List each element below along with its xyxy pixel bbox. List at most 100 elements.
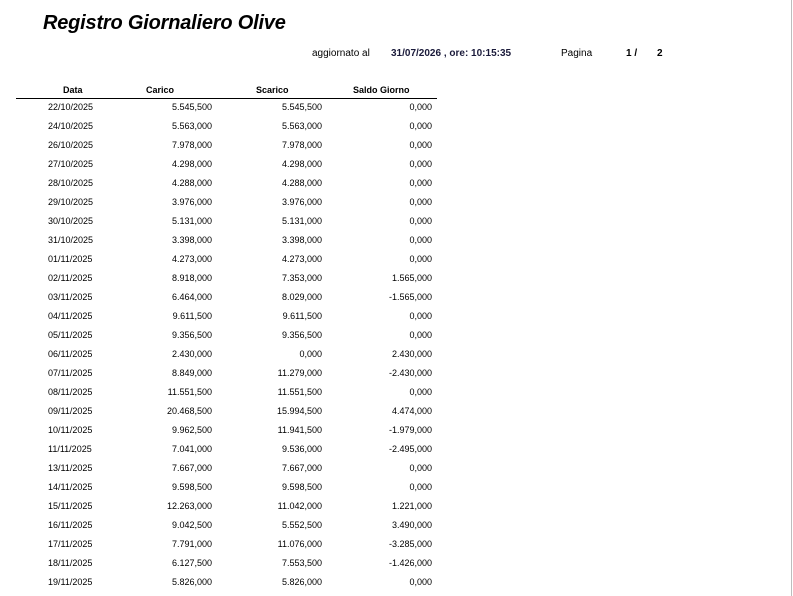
cell-scarico: 7.978,000 bbox=[281, 140, 322, 150]
cell-scarico: 15.994,500 bbox=[276, 406, 322, 416]
cell-saldo-giorno: 0,000 bbox=[409, 254, 432, 264]
table-row: 22/10/2025 5.545,500 5.545,500 0,000 bbox=[0, 101, 440, 120]
table-row: 27/10/2025 4.298,000 4.298,000 0,000 bbox=[0, 158, 440, 177]
cell-carico: 4.298,000 bbox=[171, 159, 212, 169]
page-edge bbox=[791, 0, 792, 596]
table-row: 30/10/2025 5.131,000 5.131,000 0,000 bbox=[0, 215, 440, 234]
cell-scarico: 11.941,500 bbox=[277, 425, 322, 435]
table-row: 08/11/2025 11.551,500 11.551,500 0,000 bbox=[0, 386, 440, 405]
table-row: 06/11/2025 2.430,000 0,000 2.430,000 bbox=[0, 348, 440, 367]
cell-saldo-giorno: 0,000 bbox=[409, 387, 432, 397]
cell-data: 07/11/2025 bbox=[48, 368, 93, 378]
cell-saldo-giorno: 0,000 bbox=[409, 197, 432, 207]
cell-scarico: 11.279,000 bbox=[277, 368, 322, 378]
table-row: 26/10/2025 7.978,000 7.978,000 0,000 bbox=[0, 139, 440, 158]
cell-scarico: 5.552,500 bbox=[281, 520, 322, 530]
cell-scarico: 3.976,000 bbox=[281, 197, 322, 207]
cell-carico: 5.826,000 bbox=[171, 577, 212, 587]
cell-scarico: 5.545,500 bbox=[281, 102, 322, 112]
cell-carico: 4.288,000 bbox=[171, 178, 212, 188]
table-row: 24/10/2025 5.563,000 5.563,000 0,000 bbox=[0, 120, 440, 139]
cell-carico: 11.551,500 bbox=[167, 387, 212, 397]
column-header-carico: Carico bbox=[146, 85, 175, 95]
cell-carico: 9.962,500 bbox=[171, 425, 212, 435]
cell-scarico: 9.356,500 bbox=[281, 330, 322, 340]
cell-data: 22/10/2025 bbox=[48, 102, 94, 112]
cell-scarico: 7.667,000 bbox=[281, 463, 322, 473]
table-row: 04/11/2025 9.611,500 9.611,500 0,000 bbox=[0, 310, 440, 329]
cell-scarico: 11.076,000 bbox=[277, 539, 322, 549]
column-header-data: Data bbox=[63, 85, 83, 95]
cell-saldo-giorno: 0,000 bbox=[409, 102, 432, 112]
cell-carico: 6.464,000 bbox=[171, 292, 212, 302]
cell-carico: 3.976,000 bbox=[171, 197, 212, 207]
table-row: 01/11/2025 4.273,000 4.273,000 0,000 bbox=[0, 253, 440, 272]
cell-saldo-giorno: 0,000 bbox=[409, 121, 432, 131]
cell-carico: 12.263,000 bbox=[166, 501, 212, 511]
column-header-saldo-giorno: Saldo Giorno bbox=[353, 85, 410, 95]
cell-scarico: 4.273,000 bbox=[281, 254, 322, 264]
cell-data: 31/10/2025 bbox=[48, 235, 94, 245]
cell-data: 30/10/2025 bbox=[48, 216, 94, 226]
cell-data: 10/11/2025 bbox=[48, 425, 93, 435]
cell-data: 06/11/2025 bbox=[48, 349, 93, 359]
cell-saldo-giorno: -1.565,000 bbox=[388, 292, 432, 302]
cell-data: 01/11/2025 bbox=[48, 254, 93, 264]
cell-saldo-giorno: 0,000 bbox=[409, 311, 432, 321]
cell-carico: 7.041,000 bbox=[171, 444, 212, 454]
cell-carico: 8.849,000 bbox=[171, 368, 212, 378]
updated-timestamp: 31/07/2026 , ore: 10:15:35 bbox=[391, 48, 512, 59]
cell-saldo-giorno: 0,000 bbox=[409, 159, 432, 169]
cell-scarico: 5.131,000 bbox=[281, 216, 322, 226]
table-row: 29/10/2025 3.976,000 3.976,000 0,000 bbox=[0, 196, 440, 215]
cell-carico: 3.398,000 bbox=[171, 235, 212, 245]
cell-scarico: 0,000 bbox=[299, 349, 322, 359]
cell-saldo-giorno: 3.490,000 bbox=[391, 520, 432, 530]
cell-saldo-giorno: 0,000 bbox=[409, 330, 432, 340]
table-row: 05/11/2025 9.356,500 9.356,500 0,000 bbox=[0, 329, 440, 348]
cell-carico: 8.918,000 bbox=[171, 273, 212, 283]
table-row: 17/11/2025 7.791,000 11.076,000 -3.285,000 bbox=[0, 538, 440, 557]
cell-data: 02/11/2025 bbox=[48, 273, 93, 283]
cell-carico: 9.356,500 bbox=[171, 330, 212, 340]
column-header-scarico: Scarico bbox=[256, 85, 289, 95]
cell-scarico: 7.353,000 bbox=[281, 273, 322, 283]
cell-saldo-giorno: 0,000 bbox=[409, 140, 432, 150]
cell-scarico: 11.551,500 bbox=[277, 387, 322, 397]
cell-saldo-giorno: 0,000 bbox=[409, 463, 432, 473]
updated-label: aggiornato al bbox=[312, 48, 370, 59]
cell-data: 16/11/2025 bbox=[48, 520, 93, 530]
table-row: 10/11/2025 9.962,500 11.941,500 -1.979,000 bbox=[0, 424, 440, 443]
table-row: 18/11/2025 6.127,500 7.553,500 -1.426,000 bbox=[0, 557, 440, 576]
cell-saldo-giorno: -1.979,000 bbox=[388, 425, 432, 435]
cell-scarico: 9.598,500 bbox=[281, 482, 322, 492]
table-row: 03/11/2025 6.464,000 8.029,000 -1.565,000 bbox=[0, 291, 440, 310]
table-row: 28/10/2025 4.288,000 4.288,000 0,000 bbox=[0, 177, 440, 196]
cell-saldo-giorno: -2.430,000 bbox=[388, 368, 432, 378]
cell-carico: 4.273,000 bbox=[171, 254, 212, 264]
cell-data: 08/11/2025 bbox=[48, 387, 93, 397]
table-row: 09/11/2025 20.468,500 15.994,500 4.474,000 bbox=[0, 405, 440, 424]
table-row: 19/11/2025 5.826,000 5.826,000 0,000 bbox=[0, 576, 440, 595]
cell-data: 13/11/2025 bbox=[48, 463, 93, 473]
cell-carico: 20.468,500 bbox=[166, 406, 212, 416]
table-body: 22/10/2025 5.545,500 5.545,500 0,000 24/10/2… bbox=[0, 101, 440, 595]
table-row: 13/11/2025 7.667,000 7.667,000 0,000 bbox=[0, 462, 440, 481]
header-divider bbox=[16, 98, 437, 99]
cell-data: 03/11/2025 bbox=[48, 292, 93, 302]
cell-saldo-giorno: 4.474,000 bbox=[391, 406, 432, 416]
cell-saldo-giorno: -3.285,000 bbox=[388, 539, 432, 549]
cell-data: 27/10/2025 bbox=[48, 159, 94, 169]
cell-data: 18/11/2025 bbox=[48, 558, 93, 568]
cell-scarico: 4.288,000 bbox=[281, 178, 322, 188]
cell-data: 28/10/2025 bbox=[48, 178, 94, 188]
cell-data: 24/10/2025 bbox=[48, 121, 94, 131]
cell-saldo-giorno: -1.426,000 bbox=[388, 558, 432, 568]
cell-carico: 2.430,000 bbox=[171, 349, 212, 359]
page-total: 2 bbox=[657, 48, 663, 59]
cell-data: 09/11/2025 bbox=[48, 406, 93, 416]
cell-scarico: 5.826,000 bbox=[281, 577, 322, 587]
report-title: Registro Giornaliero Olive bbox=[43, 12, 286, 34]
cell-data: 15/11/2025 bbox=[48, 501, 93, 511]
cell-carico: 9.611,500 bbox=[172, 311, 212, 321]
